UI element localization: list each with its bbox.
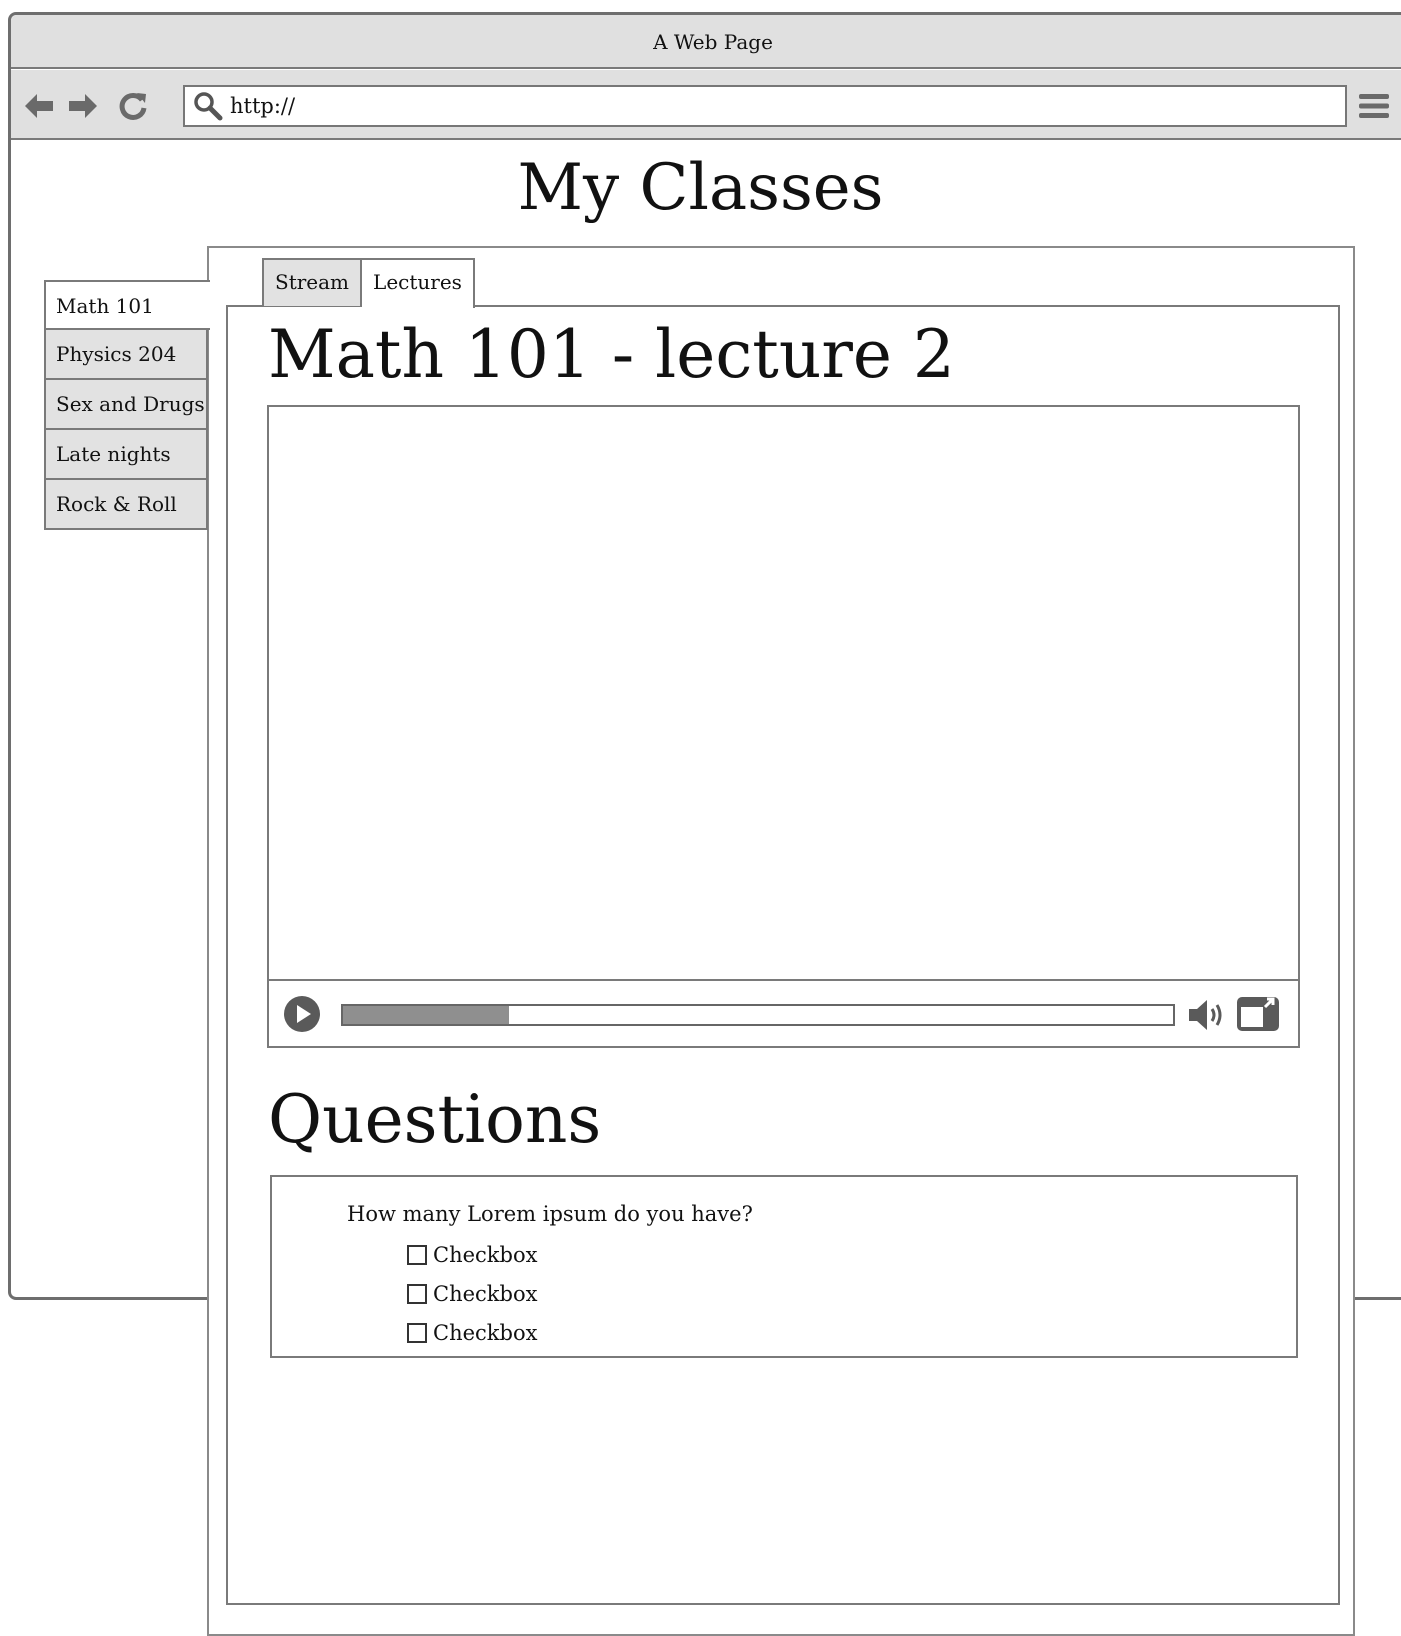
tab-lectures[interactable]: Lectures [362,258,475,308]
class-sidebar: Math 101 Physics 204 Sex and Drugs Late … [44,280,210,530]
url-text[interactable]: http:// [230,87,295,125]
hamburger-menu-icon[interactable] [1356,88,1392,124]
back-icon[interactable] [21,88,57,124]
question-card: How many Lorem ipsum do you have? Checkb… [270,1175,1298,1358]
checkbox-option[interactable]: Checkbox [407,1276,537,1312]
tab-stream[interactable]: Stream [262,258,363,306]
video-player [267,405,1300,1048]
forward-icon[interactable] [65,88,101,124]
progress-bar[interactable] [341,1004,1175,1026]
sidebar-item-sex-and-drugs[interactable]: Sex and Drugs [44,380,208,430]
sidebar-item-math-101[interactable]: Math 101 [44,280,210,330]
checkbox[interactable] [407,1323,427,1343]
reload-icon[interactable] [115,88,151,124]
checkbox-option[interactable]: Checkbox [407,1237,537,1273]
class-tabs: Stream Lectures [262,258,475,308]
fullscreen-icon[interactable] [1235,995,1281,1033]
checkbox[interactable] [407,1245,427,1265]
questions-title: Questions [268,1081,602,1158]
question-text: How many Lorem ipsum do you have? [347,1202,753,1226]
search-icon [193,91,223,121]
address-bar[interactable]: http:// [183,85,1347,127]
checkbox-option[interactable]: Checkbox [407,1315,537,1351]
lecture-title: Math 101 - lecture 2 [268,316,955,393]
title-bar: A Web Page [11,15,1401,69]
checkbox[interactable] [407,1284,427,1304]
window-title: A Web Page [653,30,773,54]
progress-fill [343,1006,509,1024]
sidebar-item-rock-and-roll[interactable]: Rock & Roll [44,480,208,530]
sidebar-item-late-nights[interactable]: Late nights [44,430,208,480]
page-title: My Classes [517,151,884,225]
video-area[interactable] [269,407,1298,981]
checkbox-label: Checkbox [433,1243,538,1267]
volume-icon[interactable] [1187,997,1227,1033]
browser-toolbar: http:// [11,70,1401,140]
checkbox-label: Checkbox [433,1321,538,1345]
play-icon[interactable] [283,995,321,1033]
sidebar-item-physics-204[interactable]: Physics 204 [44,330,208,380]
video-controls [269,983,1298,1046]
checkbox-label: Checkbox [433,1282,538,1306]
